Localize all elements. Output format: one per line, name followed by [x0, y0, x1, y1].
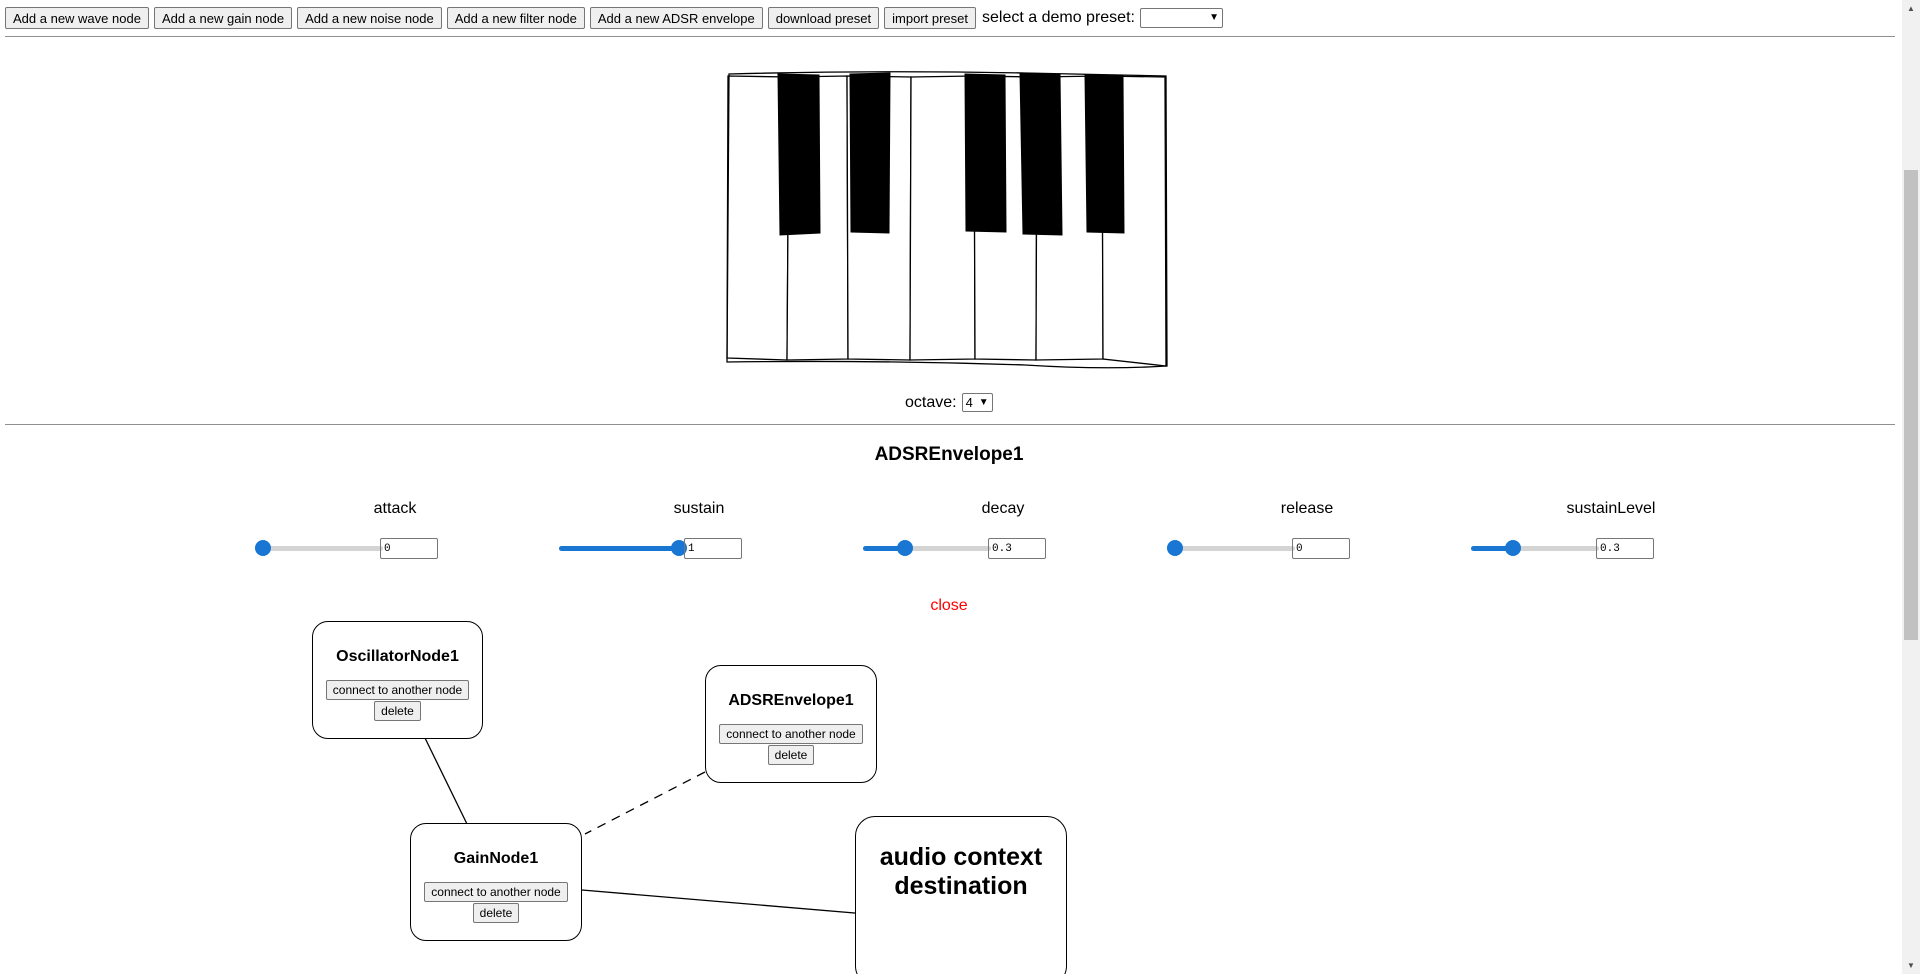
- adsr-node-card[interactable]: ADSREnvelope1 connect to another node de…: [705, 665, 877, 783]
- param-sustain-level: sustainLevel 0.3: [1461, 500, 1761, 559]
- add-filter-node-button[interactable]: Add a new filter node: [446, 7, 585, 29]
- add-adsr-envelope-button[interactable]: Add a new ADSR envelope: [589, 7, 763, 29]
- decay-input[interactable]: 0.3: [988, 538, 1046, 559]
- piano-keyboard[interactable]: [725, 70, 1170, 373]
- param-label: decay: [981, 500, 1025, 517]
- page-scrollbar[interactable]: ▲ ▼: [1902, 0, 1920, 974]
- release-input[interactable]: 0: [1292, 538, 1350, 559]
- slider-thumb[interactable]: [1504, 540, 1521, 556]
- param-label: sustain: [673, 500, 725, 517]
- sustain-slider[interactable]: [559, 540, 687, 556]
- link-adsr-gain: [584, 771, 706, 835]
- release-slider[interactable]: [1167, 540, 1295, 556]
- destination-label: audio context destination: [879, 843, 1043, 900]
- connect-node-button[interactable]: connect to another node: [325, 680, 470, 700]
- sustain-input[interactable]: 1: [684, 538, 742, 559]
- link-oscillator-gain: [424, 737, 468, 825]
- download-preset-button[interactable]: download preset: [767, 7, 880, 29]
- connect-node-button[interactable]: connect to another node: [424, 882, 568, 902]
- black-key-f-sharp: [964, 73, 1007, 233]
- import-preset-button[interactable]: import preset: [884, 7, 976, 29]
- node-title: OscillatorNode1: [336, 648, 459, 665]
- demo-preset-label: select a demo preset:: [982, 9, 1135, 26]
- audio-destination-node[interactable]: audio context destination: [855, 816, 1067, 974]
- app-page: Add a new wave node Add a new gain node …: [0, 0, 1920, 974]
- param-label: sustainLevel: [1566, 500, 1656, 517]
- black-key-a-sharp: [1084, 74, 1125, 234]
- node-title: ADSREnvelope1: [728, 692, 854, 709]
- divider-top: [5, 36, 1895, 37]
- delete-node-button[interactable]: delete: [472, 903, 520, 923]
- black-key-d-sharp: [849, 72, 891, 234]
- add-noise-node-button[interactable]: Add a new noise node: [297, 7, 442, 29]
- chevron-down-icon: ▼: [1209, 12, 1219, 23]
- node-title: GainNode1: [453, 850, 539, 867]
- param-label: release: [1280, 500, 1334, 517]
- scroll-down-icon[interactable]: ▼: [1902, 957, 1920, 974]
- chevron-down-icon: ▼: [978, 396, 989, 408]
- octave-label: octave:: [905, 393, 957, 411]
- close-envelope-link[interactable]: close: [0, 597, 1898, 615]
- sustain-level-slider[interactable]: [1471, 540, 1599, 556]
- toolbar: Add a new wave node Add a new gain node …: [5, 7, 1223, 29]
- envelope-panel-title: ADSREnvelope1: [874, 444, 1024, 465]
- oscillator-node-card[interactable]: OscillatorNode1 connect to another node …: [312, 621, 483, 739]
- connect-node-button[interactable]: connect to another node: [719, 724, 863, 744]
- octave-control: octave: 4 ▼: [905, 393, 993, 412]
- demo-preset-select[interactable]: ▼: [1139, 8, 1223, 28]
- add-wave-node-button[interactable]: Add a new wave node: [5, 7, 149, 29]
- param-sustain: sustain 1: [549, 500, 849, 559]
- slider-thumb[interactable]: [255, 540, 271, 556]
- black-key-g-sharp: [1019, 72, 1063, 236]
- divider-middle: [5, 424, 1895, 425]
- param-decay: decay 0.3: [853, 500, 1153, 559]
- attack-slider[interactable]: [255, 540, 383, 556]
- attack-input[interactable]: 0: [380, 538, 438, 559]
- gain-node-card[interactable]: GainNode1 connect to another node delete: [410, 823, 582, 941]
- delete-node-button[interactable]: delete: [767, 745, 815, 765]
- octave-select[interactable]: 4 ▼: [961, 393, 993, 412]
- slider-thumb[interactable]: [896, 540, 913, 556]
- delete-node-button[interactable]: delete: [374, 701, 421, 721]
- param-release: release 0: [1157, 500, 1457, 559]
- decay-slider[interactable]: [863, 540, 991, 556]
- sustain-level-input[interactable]: 0.3: [1596, 538, 1654, 559]
- octave-value: 4: [965, 395, 973, 410]
- black-key-c-sharp: [777, 73, 821, 236]
- param-label: attack: [373, 500, 417, 517]
- slider-thumb[interactable]: [1167, 540, 1183, 556]
- scrollbar-thumb[interactable]: [1904, 170, 1918, 640]
- add-gain-node-button[interactable]: Add a new gain node: [153, 7, 293, 29]
- param-attack: attack 0: [245, 500, 545, 559]
- scroll-up-icon[interactable]: ▲: [1902, 0, 1920, 17]
